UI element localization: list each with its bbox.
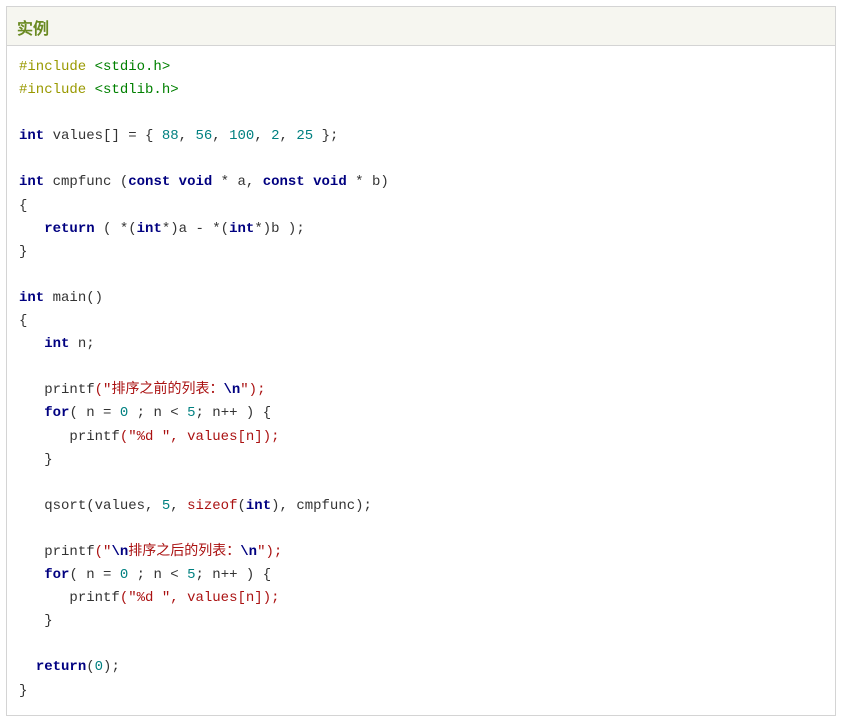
qs-int-close: ), cmpfunc); [271,498,372,514]
for-end-2: ; n++ ) { [195,567,271,583]
indent-2 [19,336,44,352]
indent-3 [19,382,44,398]
kw-return-2: return [36,659,86,675]
num-0a: 0 [120,405,128,421]
ret-mid-1: *)a - *( [162,221,229,237]
str-open-4: (" [120,590,137,606]
ret-mid-2: *)b ); [254,221,304,237]
kw-const-1: const [128,174,170,190]
cast-int-2: int [229,221,254,237]
for-open-2: ( n = [69,567,119,583]
kw-void-1: void [179,174,213,190]
num-5b: 5 [162,498,170,514]
id-cmpfunc: cmpfunc [53,174,112,190]
indent-5 [19,429,69,445]
kw-void-2: void [313,174,347,190]
main-parens: () [86,290,103,306]
esc-n-1: \n [223,382,240,398]
call-printf-2: printf [69,429,119,445]
str-open-2: (" [120,429,137,445]
code-block: #include <stdio.h> #include <stdlib.h> i… [7,46,835,715]
call-printf-3: printf [44,544,94,560]
indent-9 [19,567,44,583]
include-header-1: <stdio.h> [95,59,171,75]
str-close-4: ", values[n]); [162,590,280,606]
cmp-a: * a, [212,174,262,190]
example-title: 实例 [7,7,835,46]
str-fmt-4: %d [137,590,162,606]
esc-n-2: \n [111,544,128,560]
kw-int-4: int [44,336,69,352]
array-open: [] = { [103,128,162,144]
include-header-2: <stdlib.h> [95,82,179,98]
cast-int-1: int [137,221,162,237]
for-end-1: ; n++ ) { [195,405,271,421]
id-values: values [53,128,103,144]
str-fmt-2: %d [137,429,162,445]
comma4: , [280,128,297,144]
array-close: }; [313,128,338,144]
brace-open-2: { [19,313,27,329]
kw-const-2: const [263,174,305,190]
comma2: , [212,128,229,144]
qs-comma: , [170,498,187,514]
num-0b: 0 [120,567,128,583]
esc-n-3: \n [240,544,257,560]
decl-n: n; [69,336,94,352]
indent-11 [19,613,44,629]
for-mid-1: ; n < [128,405,187,421]
num-25: 25 [296,128,313,144]
call-qsort: qsort [44,498,86,514]
brace-close-for2: } [44,613,52,629]
brace-open-1: { [19,198,27,214]
indent-4 [19,405,44,421]
kw-sizeof: sizeof [187,498,237,514]
qs-open: (values, [86,498,162,514]
call-printf-1: printf [44,382,94,398]
indent-6 [19,452,44,468]
cmp-paren-open: ( [111,174,128,190]
indent-7 [19,498,44,514]
for-mid-2: ; n < [128,567,187,583]
num-88: 88 [162,128,179,144]
indent-8 [19,544,44,560]
num-0c: 0 [95,659,103,675]
kw-int-3: int [19,290,44,306]
comma3: , [254,128,271,144]
preproc-include-2: #include [19,82,86,98]
ret0-close: ); [103,659,120,675]
ret0-open: ( [86,659,94,675]
num-2: 2 [271,128,279,144]
call-printf-4: printf [69,590,119,606]
preproc-include-1: #include [19,59,86,75]
sizeof-int: int [246,498,271,514]
kw-for-1: for [44,405,69,421]
str-text-3: 排序之后的列表： [128,544,240,560]
kw-for-2: for [44,567,69,583]
brace-close-main: } [19,683,27,699]
indent-10 [19,590,69,606]
example-container: 实例 #include <stdio.h> #include <stdlib.h… [6,6,836,716]
num-56: 56 [195,128,212,144]
str-close-2: ", values[n]); [162,429,280,445]
kw-int: int [19,128,44,144]
for-open-1: ( n = [69,405,119,421]
comma1: , [179,128,196,144]
str-text-1: 排序之前的列表： [111,382,223,398]
num-100: 100 [229,128,254,144]
str-close-1: "); [240,382,265,398]
indent-1 [19,221,44,237]
id-main: main [53,290,87,306]
str-close-3: "); [257,544,282,560]
brace-close-for1: } [44,452,52,468]
cmp-b: * b) [347,174,389,190]
kw-return-1: return [44,221,94,237]
ret-expr-1: ( *( [95,221,137,237]
str-open-1: (" [95,382,112,398]
qs-int-open: ( [238,498,246,514]
str-open-3: (" [95,544,112,560]
kw-int-2: int [19,174,44,190]
brace-close-1: } [19,244,27,260]
